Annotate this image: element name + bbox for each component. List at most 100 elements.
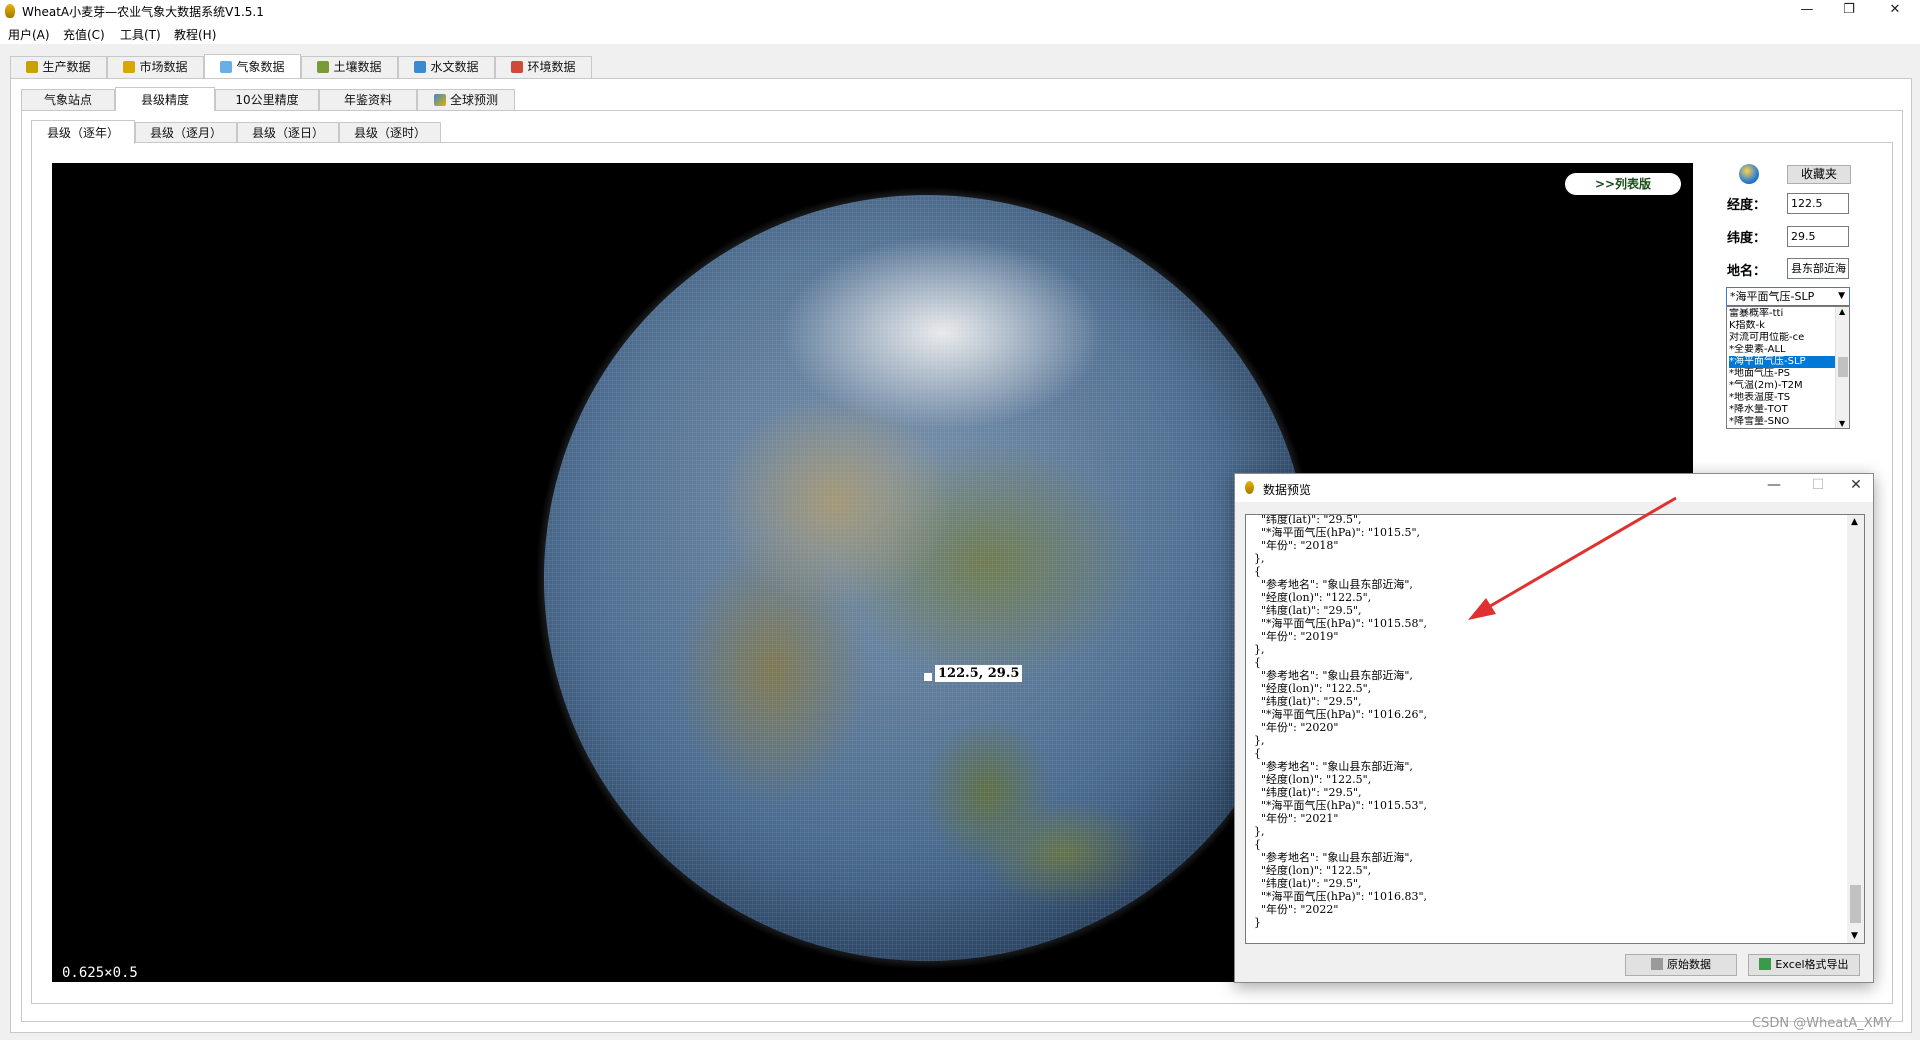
json-line: "纬度(lat)": "29.5",: [1254, 514, 1362, 526]
menu-bar: 用户(A) 充值(C) 工具(T) 教程(H): [0, 22, 1920, 44]
json-line: }: [1254, 916, 1261, 929]
variable-select[interactable]: *海平面气压-SLP ▼: [1726, 287, 1850, 306]
tab-soil-data[interactable]: 土壤数据: [301, 56, 398, 78]
variable-option[interactable]: K指数-k: [1729, 320, 1835, 332]
scrollbar-thumb[interactable]: [1850, 885, 1861, 923]
json-line: "经度(lon)": "122.5",: [1254, 591, 1372, 604]
tab-hydrology-data[interactable]: 水文数据: [398, 56, 495, 78]
tab-market-data[interactable]: 市场数据: [107, 56, 204, 78]
menu-user[interactable]: 用户(A): [8, 26, 50, 43]
water-icon: [414, 61, 427, 73]
tab-county-hourly[interactable]: 县级（逐时）: [339, 122, 441, 144]
variable-option[interactable]: *全要素-ALL: [1729, 344, 1835, 356]
place-name-input[interactable]: 县东部近海: [1787, 258, 1849, 279]
cloud-icon: [220, 61, 233, 73]
json-line: "年份": "2018": [1254, 539, 1339, 552]
main-tab-bar: 生产数据 市场数据 气象数据 土壤数据 水文数据 环境数据: [10, 54, 610, 78]
tab-10km-precision[interactable]: 10公里精度: [215, 89, 319, 111]
title-bar: WheatA小麦芽—农业气象大数据系统V1.5.1 — ❐ ✕: [0, 0, 1920, 22]
json-line: "年份": "2021": [1254, 812, 1339, 825]
wheat-icon: [26, 61, 39, 73]
variable-dropdown-list[interactable]: 雷暴概率-tti K指数-k 对流可用位能-ce *全要素-ALL *海平面气压…: [1726, 306, 1850, 429]
excel-export-button[interactable]: Excel格式导出: [1748, 954, 1860, 976]
menu-tools[interactable]: 工具(T): [120, 26, 161, 43]
json-line: "年份": "2020": [1254, 721, 1339, 734]
variable-option[interactable]: 雷暴概率-tti: [1729, 308, 1835, 320]
tab-global-forecast[interactable]: 全球预测: [417, 89, 515, 111]
location-marker-label: 122.5, 29.5: [935, 665, 1023, 682]
menu-recharge[interactable]: 充值(C): [63, 26, 105, 43]
json-line: "*海平面气压(hPa)": "1015.53",: [1254, 799, 1428, 812]
variable-select-value: *海平面气压-SLP: [1730, 290, 1815, 303]
watermark: CSDN @WheatA_XMY: [1752, 1016, 1892, 1031]
car-icon: [511, 61, 524, 73]
json-line: "经度(lon)": "122.5",: [1254, 682, 1372, 695]
json-line: },: [1254, 643, 1265, 656]
scroll-up-icon[interactable]: ▲: [1851, 517, 1858, 527]
json-line: "纬度(lat)": "29.5",: [1254, 604, 1362, 617]
sub-tab-bar: 气象站点 县级精度 10公里精度 年鉴资料 全球预测: [21, 87, 521, 111]
variable-option[interactable]: *降水量-TOT: [1729, 404, 1835, 416]
textbox-scrollbar[interactable]: ▲ ▼: [1847, 515, 1864, 943]
list-version-button[interactable]: >>列表版: [1565, 173, 1681, 195]
json-line: "纬度(lat)": "29.5",: [1254, 786, 1362, 799]
scroll-up-icon[interactable]: ▲: [1839, 307, 1845, 316]
json-line: "年份": "2022": [1254, 903, 1339, 916]
variable-option[interactable]: *气温(2m)-T2M: [1729, 380, 1835, 392]
scroll-down-icon[interactable]: ▼: [1839, 419, 1845, 428]
globe-icon[interactable]: [1739, 164, 1759, 184]
plant-icon: [317, 61, 330, 73]
json-line: "参考地名": "象山县东部近海",: [1254, 760, 1413, 773]
json-line: "经度(lon)": "122.5",: [1254, 864, 1372, 877]
app-logo-icon: [5, 4, 15, 18]
json-line: "纬度(lat)": "29.5",: [1254, 695, 1362, 708]
maximize-button[interactable]: ❐: [1826, 0, 1872, 22]
favorites-button[interactable]: 收藏夹: [1787, 165, 1851, 184]
json-line: "经度(lon)": "122.5",: [1254, 773, 1372, 786]
tab-weather-stations[interactable]: 气象站点: [21, 89, 115, 111]
variable-option[interactable]: *地面气压-PS: [1729, 368, 1835, 380]
window-title: WheatA小麦芽—农业气象大数据系统V1.5.1: [22, 5, 264, 19]
variable-option-selected[interactable]: *海平面气压-SLP: [1729, 356, 1835, 368]
json-line: "纬度(lat)": "29.5",: [1254, 877, 1362, 890]
resolution-readout: 0.625×0.5: [62, 965, 138, 981]
scroll-down-icon[interactable]: ▼: [1851, 931, 1858, 941]
tab-yearbook[interactable]: 年鉴资料: [319, 89, 417, 111]
tab-environment-data[interactable]: 环境数据: [495, 56, 592, 78]
variable-option[interactable]: *地表温度-TS: [1729, 392, 1835, 404]
json-line: },: [1254, 552, 1265, 565]
menu-tutorial[interactable]: 教程(H): [174, 26, 216, 43]
latitude-label: 纬度：: [1727, 231, 1767, 246]
scrollbar-thumb[interactable]: [1838, 357, 1848, 377]
dropdown-scrollbar[interactable]: ▲ ▼: [1835, 307, 1849, 428]
longitude-input[interactable]: 122.5: [1787, 193, 1849, 214]
raw-data-button[interactable]: 原始数据: [1625, 954, 1737, 976]
app-logo-icon: [1245, 481, 1254, 494]
tab-county-yearly[interactable]: 县级（逐年）: [31, 120, 135, 144]
json-line: "参考地名": "象山县东部近海",: [1254, 669, 1413, 682]
json-line: },: [1254, 734, 1265, 747]
json-line: {: [1254, 656, 1261, 669]
minimize-button[interactable]: —: [1784, 0, 1830, 22]
excel-icon: [1759, 958, 1772, 970]
json-line: "*海平面气压(hPa)": "1015.58",: [1254, 617, 1428, 630]
dialog-title: 数据预览: [1263, 483, 1312, 497]
tab-production-data[interactable]: 生产数据: [10, 56, 107, 78]
dialog-close-button[interactable]: ✕: [1841, 477, 1871, 499]
tab-weather-data[interactable]: 气象数据: [204, 54, 301, 78]
chart-icon: [433, 94, 446, 106]
variable-option[interactable]: 对流可用位能-ce: [1729, 332, 1835, 344]
variable-option[interactable]: *降雪量-SNO: [1729, 416, 1835, 428]
tab-county-daily[interactable]: 县级（逐日）: [237, 122, 339, 144]
location-marker[interactable]: [924, 673, 932, 681]
json-line: {: [1254, 747, 1261, 760]
data-preview-textbox[interactable]: "纬度(lat)": "29.5", "*海平面气压(hPa)": "1015.…: [1245, 514, 1865, 944]
close-button[interactable]: ✕: [1872, 0, 1918, 22]
dialog-title-bar: 数据预览 — ☐ ✕: [1235, 474, 1873, 502]
latitude-input[interactable]: 29.5: [1787, 226, 1849, 247]
data-preview-dialog: 数据预览 — ☐ ✕ "纬度(lat)": "29.5", "*海平面气压(hP…: [1234, 473, 1874, 983]
dialog-minimize-button[interactable]: —: [1759, 477, 1789, 499]
tab-county-precision[interactable]: 县级精度: [115, 87, 215, 111]
longitude-label: 经度：: [1727, 198, 1767, 213]
tab-county-monthly[interactable]: 县级（逐月）: [135, 122, 237, 144]
